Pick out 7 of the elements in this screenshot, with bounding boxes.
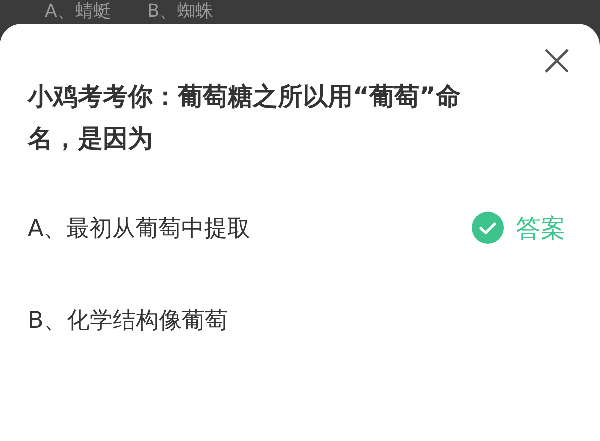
answer-option[interactable]: B、化学结构像葡萄 <box>28 304 228 336</box>
question-text: 小鸡考考你：葡萄糖之所以用“葡萄”命名，是因为 <box>28 81 462 155</box>
close-icon[interactable] <box>544 48 570 74</box>
option-text: B、蜘蛛 <box>147 1 214 23</box>
answer-option[interactable]: A、最初从葡萄中提取 <box>28 212 251 244</box>
option-text: A、蜻蜓 <box>45 1 112 23</box>
answer-label: 答案 <box>516 212 566 244</box>
